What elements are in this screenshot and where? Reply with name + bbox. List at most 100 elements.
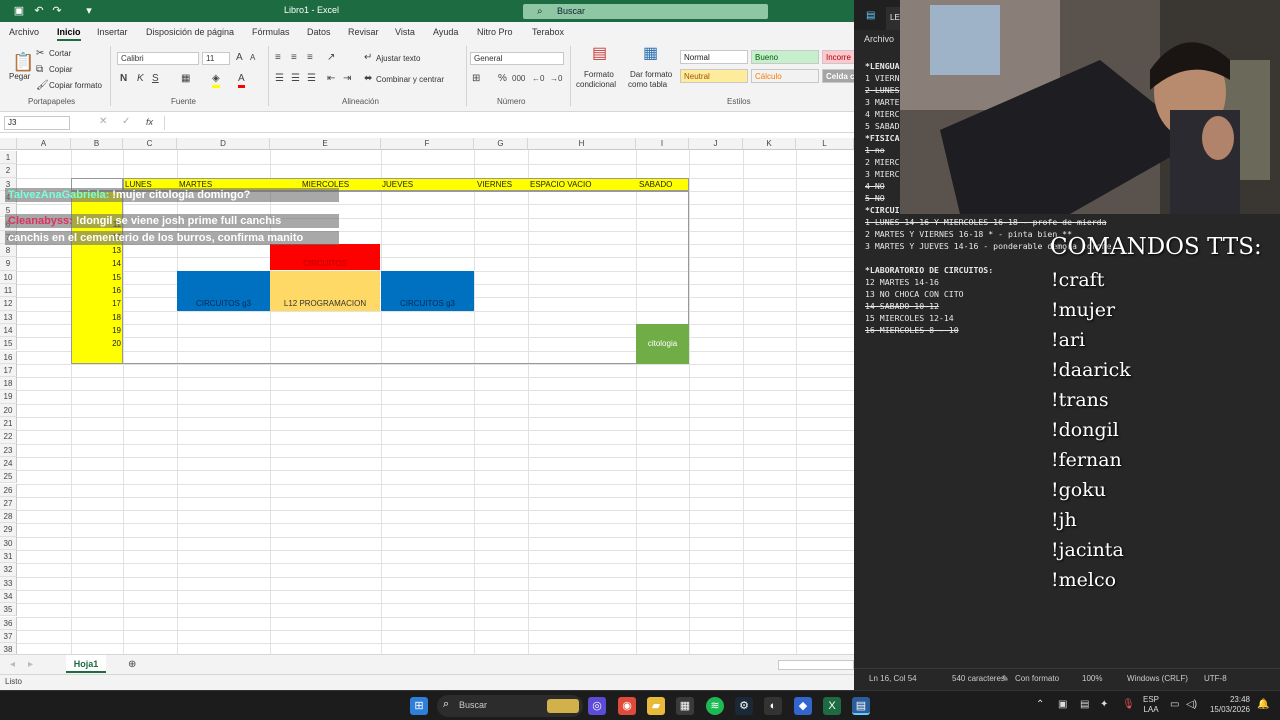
conditional-format-icon[interactable]: ▤	[592, 46, 607, 62]
column-header-i[interactable]: I	[636, 138, 689, 150]
redo-icon[interactable]: ↷	[50, 4, 64, 18]
steam-icon[interactable]: ⚙	[735, 697, 753, 715]
row-header-34[interactable]: 34	[0, 589, 17, 604]
wrap-text-button[interactable]: Ajustar texto	[376, 54, 420, 63]
column-header-f[interactable]: F	[381, 138, 474, 150]
decrease-indent-icon[interactable]: ⇤	[327, 73, 335, 85]
font-size-select[interactable]: 11	[202, 52, 230, 65]
row-header-22[interactable]: 22	[0, 430, 17, 444]
paste-icon[interactable]: 📋	[12, 52, 34, 72]
row-header-14[interactable]: 14	[0, 323, 17, 338]
cut-button[interactable]: Cortar	[49, 49, 71, 58]
wrap-text-icon[interactable]: ↵	[364, 52, 372, 64]
row-header-16[interactable]: 16	[0, 350, 17, 364]
hour-cell[interactable]: 15	[71, 273, 123, 282]
excel-taskbar-icon[interactable]: X	[823, 697, 841, 715]
row-header-38[interactable]: 38	[0, 643, 17, 654]
tab-archivo[interactable]: Archivo	[9, 27, 39, 37]
row-header-13[interactable]: 13	[0, 310, 17, 324]
row-header-21[interactable]: 21	[0, 417, 17, 431]
tab-terabox[interactable]: Terabox	[532, 27, 564, 37]
row-header-36[interactable]: 36	[0, 616, 17, 630]
merge-center-button[interactable]: Combinar y centrar	[376, 75, 444, 84]
notepad-menu-archivo[interactable]: Archivo	[864, 34, 894, 44]
bold-icon[interactable]: N	[120, 73, 127, 85]
column-header-g[interactable]: G	[474, 138, 528, 150]
style-calculation[interactable]: Cálculo	[751, 69, 819, 83]
row-header-32[interactable]: 32	[0, 563, 17, 577]
conditional-format-label-2[interactable]: condicional	[576, 80, 616, 89]
undo-icon[interactable]: ↶	[32, 4, 46, 18]
font-color-icon[interactable]: A	[238, 73, 245, 88]
column-header-k[interactable]: K	[743, 138, 796, 150]
column-header-j[interactable]: J	[689, 138, 743, 150]
column-header-d[interactable]: D	[177, 138, 270, 150]
taskbar-search[interactable]: ⌕ Buscar	[437, 695, 583, 717]
row-header-2[interactable]: 2	[0, 164, 17, 178]
select-all-corner[interactable]	[0, 138, 17, 150]
hour-cell[interactable]: 19	[71, 326, 123, 335]
copy-icon[interactable]: ⧉	[36, 64, 43, 76]
row-header-33[interactable]: 33	[0, 576, 17, 590]
tray-icon[interactable]: ▤	[1080, 699, 1089, 710]
obs-icon[interactable]: ◐	[764, 697, 782, 715]
app-icon[interactable]: ◆	[794, 697, 812, 715]
row-header-20[interactable]: 20	[0, 403, 17, 417]
column-header-e[interactable]: E	[270, 138, 381, 150]
paste-button[interactable]: Pegar	[9, 72, 30, 81]
language-indicator[interactable]: ESP LAA	[1143, 695, 1159, 715]
borders-icon[interactable]: ▦	[181, 73, 190, 85]
format-painter-icon[interactable]: 🖌	[36, 80, 49, 92]
row-header-8[interactable]: 8	[0, 244, 17, 258]
confirm-entry-icon[interactable]: ✓	[122, 116, 130, 128]
row-header-10[interactable]: 10	[0, 270, 17, 284]
search-box[interactable]: ⌕ Buscar	[523, 4, 768, 19]
block-circuitos-g3-left[interactable]: CIRCUITOS g3	[177, 271, 270, 311]
file-explorer-icon[interactable]: ▰	[647, 697, 665, 715]
row-header-23[interactable]: 23	[0, 443, 17, 457]
row-header-1[interactable]: 1	[0, 151, 17, 165]
format-as-table-label-1[interactable]: Dar formato	[630, 70, 672, 79]
column-header-c[interactable]: C	[123, 138, 177, 150]
format-as-table-label-2[interactable]: como tabla	[628, 80, 667, 89]
next-sheet-icon[interactable]: ▸	[28, 659, 33, 671]
formula-input[interactable]	[164, 116, 850, 130]
horizontal-scrollbar[interactable]	[778, 660, 854, 670]
row-header-18[interactable]: 18	[0, 377, 17, 391]
tab-datos[interactable]: Datos	[307, 27, 331, 37]
align-center-icon[interactable]: ☰	[291, 73, 300, 85]
copilot-icon[interactable]: ◎	[588, 697, 606, 715]
row-header-12[interactable]: 12	[0, 297, 17, 311]
row-header-26[interactable]: 26	[0, 483, 17, 497]
row-header-24[interactable]: 24	[0, 456, 17, 471]
conditional-format-label-1[interactable]: Formato	[584, 70, 614, 79]
hour-cell[interactable]: 16	[71, 286, 123, 295]
block-circuitos-g3-right[interactable]: CIRCUITOS g3	[381, 271, 474, 311]
row-header-15[interactable]: 15	[0, 337, 17, 351]
merge-center-icon[interactable]: ⬌	[364, 73, 372, 85]
insert-function-icon[interactable]: fx	[146, 116, 153, 128]
row-header-31[interactable]: 31	[0, 550, 17, 564]
clock[interactable]: 23:48 15/03/2026	[1206, 695, 1250, 715]
align-bottom-icon[interactable]: ≡	[307, 52, 313, 64]
style-neutral[interactable]: Neutral	[680, 69, 748, 83]
microphone-icon[interactable]: 🎙	[1122, 699, 1135, 710]
sheet-tab-hoja1[interactable]: Hoja1	[66, 655, 106, 673]
style-bad[interactable]: Incorre	[822, 50, 854, 64]
column-header-h[interactable]: H	[528, 138, 636, 150]
chevron-up-icon[interactable]: ⌃	[1036, 699, 1044, 710]
name-box[interactable]: J3	[4, 116, 70, 130]
accounting-format-icon[interactable]: ⊞	[472, 73, 480, 85]
fill-color-icon[interactable]: ◈	[212, 73, 220, 88]
network-icon[interactable]: ▭	[1170, 699, 1179, 710]
spreadsheet-grid[interactable]: ABCDEFGHIJKL 123456789101112131415161718…	[0, 138, 854, 654]
orientation-icon[interactable]: ↗	[327, 52, 335, 64]
underline-icon[interactable]: S	[152, 73, 159, 85]
number-format-select[interactable]: General	[470, 52, 564, 65]
format-as-table-icon[interactable]: ▦	[643, 46, 658, 62]
align-left-icon[interactable]: ☰	[275, 73, 284, 85]
prev-sheet-icon[interactable]: ◂	[10, 659, 15, 671]
row-header-25[interactable]: 25	[0, 470, 17, 484]
row-header-37[interactable]: 37	[0, 629, 17, 644]
align-middle-icon[interactable]: ≡	[291, 52, 297, 64]
